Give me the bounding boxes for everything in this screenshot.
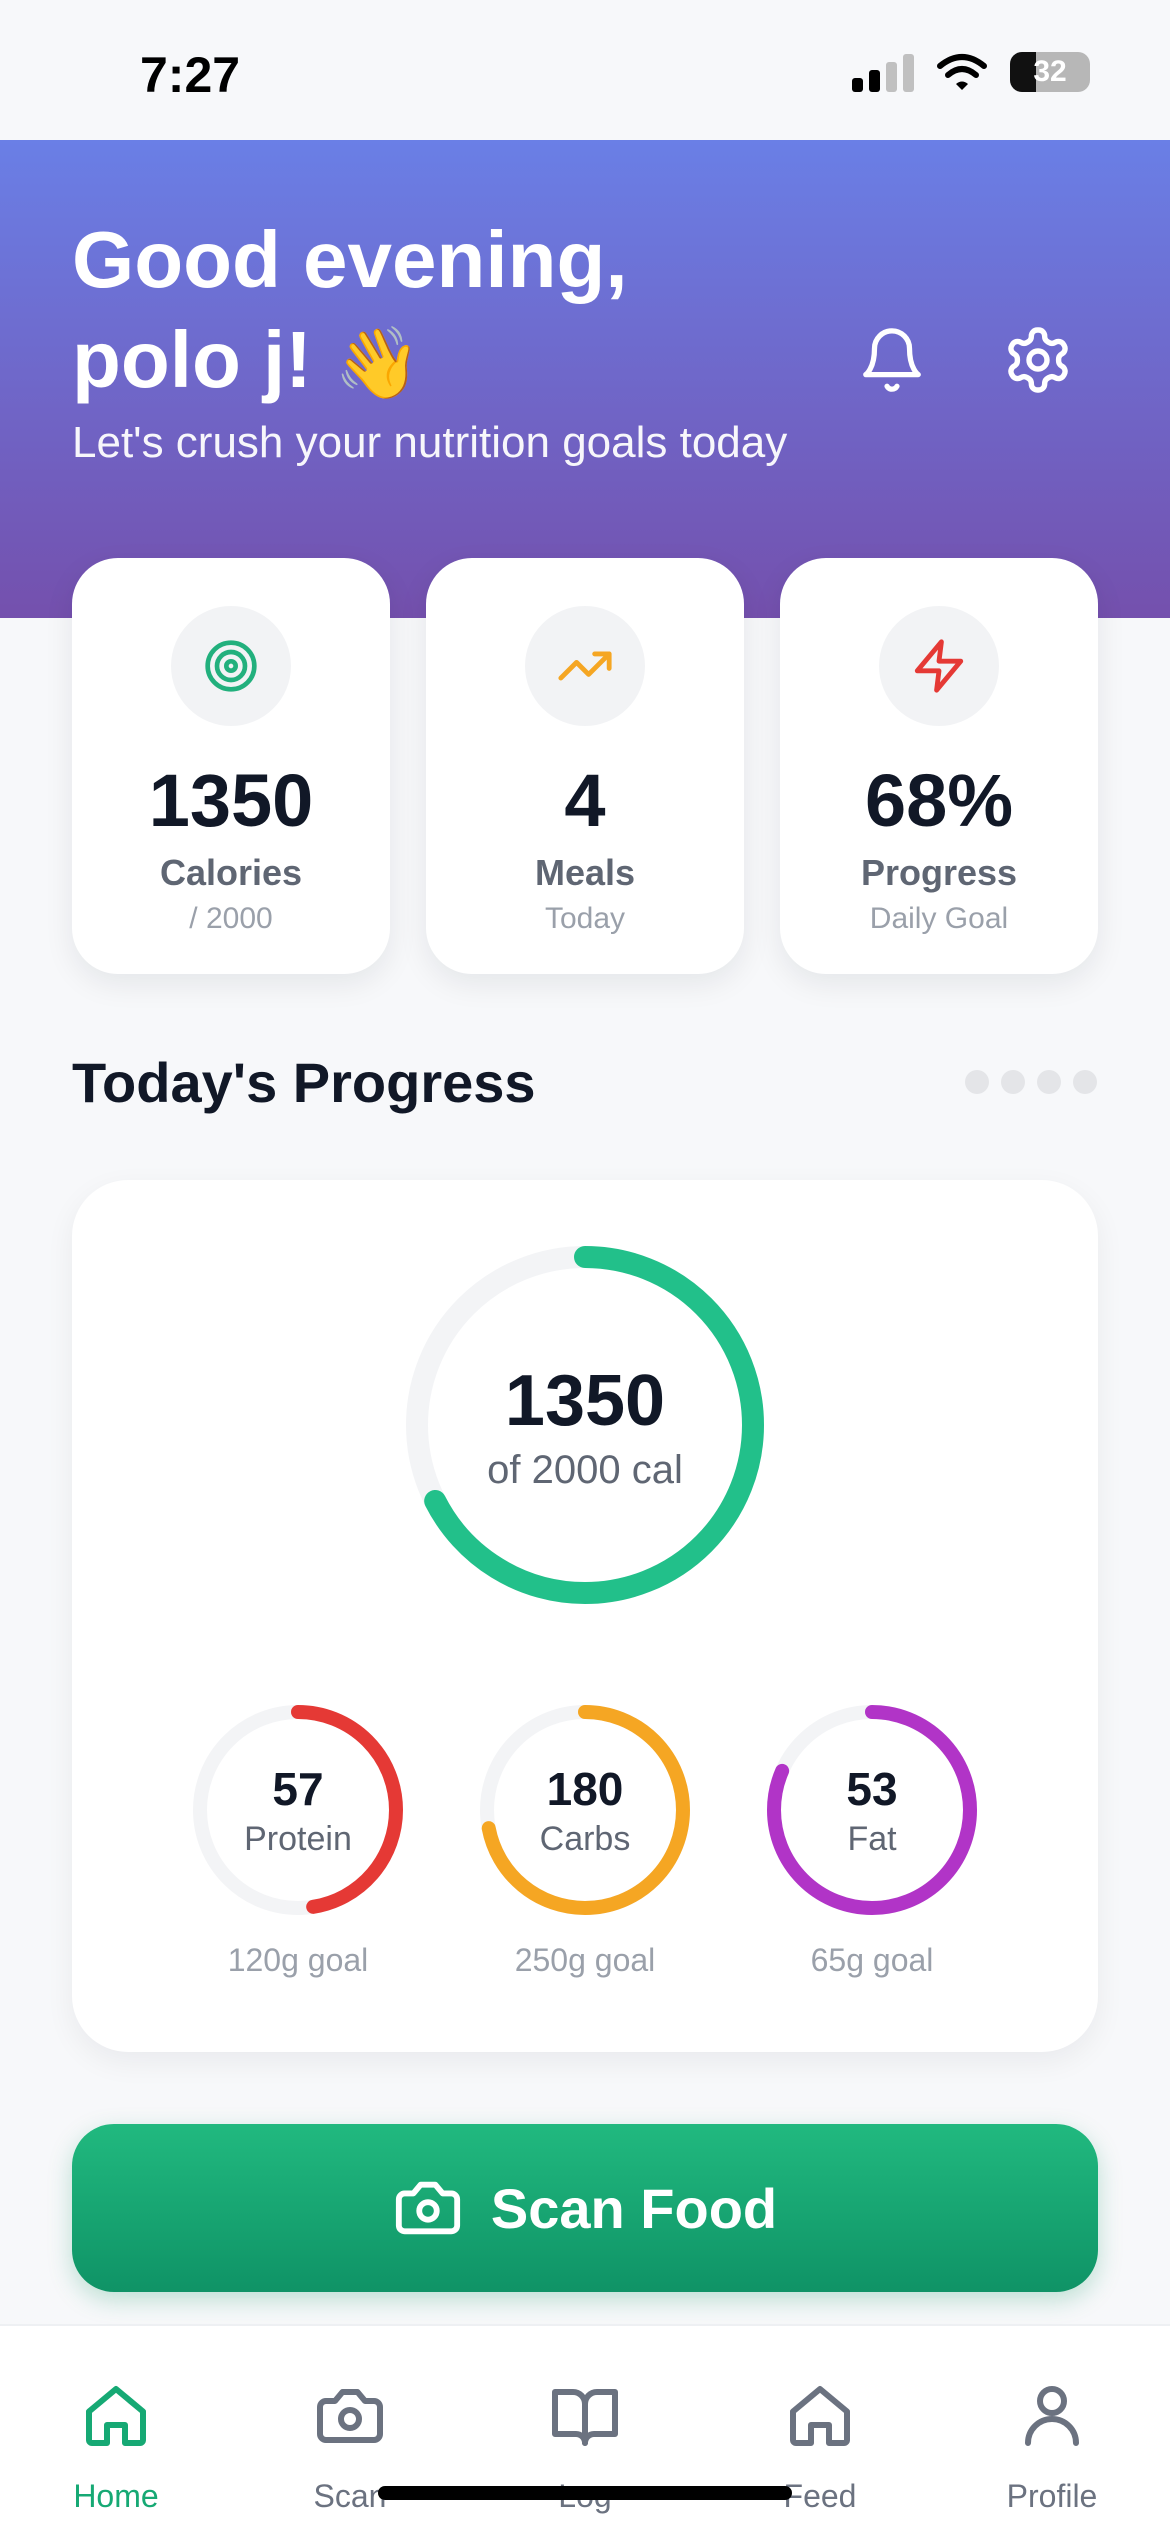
stat-card-calories[interactable]: 1350 Calories / 2000 <box>72 558 390 974</box>
stat-icon-bg <box>879 606 999 726</box>
progress-card: 1350 of 2000 cal 57 Protein 120g goal 18… <box>72 1180 1098 2052</box>
notifications-button[interactable] <box>852 320 932 400</box>
stat-value: 68% <box>864 759 1014 842</box>
page-dots[interactable] <box>965 1070 1097 1094</box>
nav-item-profile[interactable]: Profile <box>952 2376 1152 2515</box>
status-icons: 32 <box>852 52 1090 92</box>
stat-card-meals[interactable]: 4 Meals Today <box>426 558 744 974</box>
page-dot[interactable] <box>1073 1070 1097 1094</box>
page-dot[interactable] <box>1001 1070 1025 1094</box>
macro-protein: 57 Protein 120g goal <box>188 1700 408 1979</box>
greeting-subtitle: Let's crush your nutrition goals today <box>72 418 788 467</box>
stat-label: Meals <box>534 852 636 893</box>
bottom-nav: Home Scan Log Feed <box>0 2324 1170 2532</box>
gear-icon <box>1008 327 1068 393</box>
section-title: Today's Progress <box>72 1051 536 1114</box>
macro-label: Carbs <box>539 1819 631 1858</box>
scan-food-button[interactable]: Scan Food <box>72 2124 1098 2292</box>
macro-value: 180 <box>546 1762 624 1815</box>
greeting: Good evening, polo j! 👋 <box>72 210 792 413</box>
macro-carbs: 180 Carbs 250g goal <box>475 1700 695 1979</box>
macro-label: Fat <box>847 1819 897 1858</box>
scan-food-label: Scan Food <box>490 2176 778 2240</box>
stat-value: 1350 <box>148 759 314 842</box>
page-dot[interactable] <box>965 1070 989 1094</box>
macro-label: Protein <box>244 1819 352 1858</box>
bell-icon <box>863 328 921 392</box>
stat-label: Calories <box>159 852 303 893</box>
camera-icon <box>317 2389 383 2443</box>
settings-button[interactable] <box>998 320 1078 400</box>
greeting-line1: Good evening, <box>72 215 628 304</box>
signal-icon <box>852 52 914 92</box>
stat-sub: Daily Goal <box>869 902 1009 935</box>
home-indicator <box>378 2486 792 2500</box>
lightning-icon <box>914 639 964 693</box>
battery-level: 32 <box>1033 55 1067 88</box>
home-icon <box>86 2386 146 2446</box>
nav-label: Home <box>73 2478 159 2514</box>
macro-goal: 65g goal <box>810 1942 934 1978</box>
feed-icon <box>790 2386 850 2446</box>
calorie-sub: of 2000 cal <box>487 1447 683 1492</box>
nav-label: Profile <box>1006 2478 1098 2514</box>
stat-icon-bg <box>171 606 291 726</box>
book-icon <box>552 2389 618 2446</box>
macro-goal: 120g goal <box>227 1942 369 1978</box>
stat-sub: Today <box>544 902 626 935</box>
header: Good evening, polo j! 👋 Let's crush your… <box>0 140 1170 618</box>
wave-emoji: 👋 <box>334 324 422 402</box>
status-time: 7:27 <box>140 47 241 103</box>
battery-icon: 32 <box>1010 52 1090 92</box>
stat-value: 4 <box>564 759 606 842</box>
wifi-icon <box>937 54 987 90</box>
macro-goal: 250g goal <box>514 1942 656 1978</box>
page-dot[interactable] <box>1037 1070 1061 1094</box>
macro-value: 53 <box>846 1762 898 1815</box>
calorie-value: 1350 <box>504 1360 666 1441</box>
trending-up-icon <box>558 651 612 681</box>
target-icon <box>205 640 257 692</box>
stat-sub: / 2000 <box>189 902 273 935</box>
camera-icon <box>395 2181 460 2235</box>
nav-item-home[interactable]: Home <box>16 2376 216 2515</box>
stat-card-progress[interactable]: 68% Progress Daily Goal <box>780 558 1098 974</box>
user-icon <box>1025 2386 1079 2446</box>
macro-fat: 53 Fat 65g goal <box>762 1700 982 1979</box>
status-bar: 7:27 32 <box>0 0 1170 140</box>
stat-label: Progress <box>860 852 1018 893</box>
stat-icon-bg <box>525 606 645 726</box>
greeting-line2: polo j! <box>72 315 312 404</box>
macro-value: 57 <box>272 1762 324 1815</box>
calorie-ring: 1350 of 2000 cal <box>400 1240 770 1610</box>
